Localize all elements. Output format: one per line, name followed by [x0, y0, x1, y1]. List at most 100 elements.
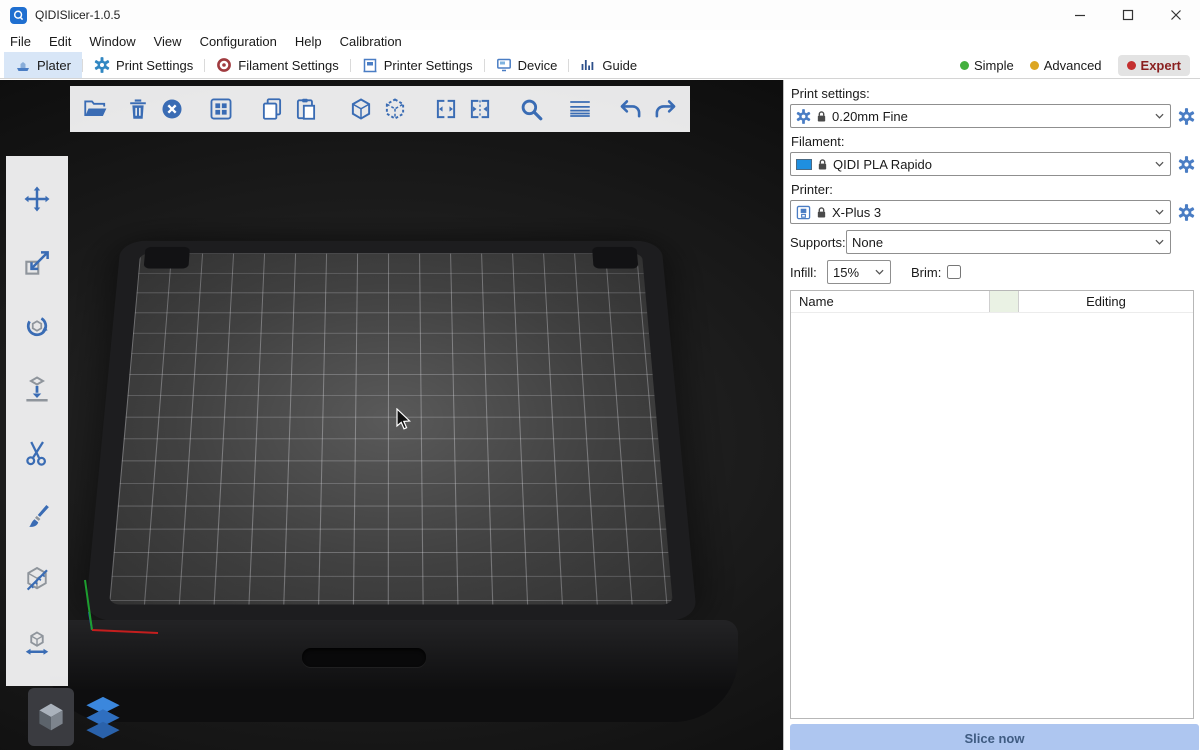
rotate-tool-button[interactable] — [17, 306, 57, 346]
add-instance-button[interactable] — [345, 93, 377, 125]
tab-label: Guide — [602, 58, 637, 73]
menu-configuration[interactable]: Configuration — [200, 34, 277, 49]
maximize-button[interactable] — [1104, 0, 1152, 30]
supports-combo[interactable]: None — [846, 230, 1171, 254]
menu-window[interactable]: Window — [89, 34, 135, 49]
printer-combo[interactable]: X-Plus 3 — [790, 200, 1171, 224]
paint-icon — [22, 501, 52, 531]
lock-icon — [817, 158, 828, 171]
expert-mode-dot — [1127, 61, 1136, 70]
chevron-down-icon — [1155, 209, 1164, 215]
filament-gear-button[interactable] — [1176, 154, 1196, 174]
mode-label: Simple — [974, 58, 1014, 73]
delete-all-icon — [159, 96, 185, 122]
remove-instance-button[interactable] — [379, 93, 411, 125]
move-tool-button[interactable] — [17, 179, 57, 219]
filament-value: QIDI PLA Rapido — [833, 157, 1150, 172]
close-button[interactable] — [1152, 0, 1200, 30]
menu-edit[interactable]: Edit — [49, 34, 71, 49]
rotate-icon — [22, 311, 52, 341]
bed-grid — [109, 253, 673, 604]
filament-color-swatch — [796, 159, 812, 170]
split-objects-icon — [433, 96, 459, 122]
redo-icon — [652, 96, 678, 122]
filament-settings-icon — [216, 57, 232, 73]
variable-layer-height-button[interactable] — [564, 93, 596, 125]
copy-icon — [259, 96, 285, 122]
menu-view[interactable]: View — [154, 34, 182, 49]
print-settings-gear-button[interactable] — [1176, 106, 1196, 126]
delete-button[interactable] — [122, 93, 154, 125]
preview-layers-icon — [82, 694, 124, 740]
minimize-button[interactable] — [1056, 0, 1104, 30]
tab-guide[interactable]: Guide — [569, 52, 648, 78]
paint-tool-button[interactable] — [17, 496, 57, 536]
gear-icon — [1178, 204, 1195, 221]
object-list[interactable]: Name Editing — [790, 290, 1194, 719]
tab-printer-settings[interactable]: Printer Settings — [351, 52, 484, 78]
infill-combo[interactable]: 15% — [827, 260, 891, 284]
copy-button[interactable] — [256, 93, 288, 125]
paste-button[interactable] — [290, 93, 322, 125]
tab-device[interactable]: Device — [485, 52, 569, 78]
brim-checkbox[interactable] — [947, 265, 961, 279]
split-objects-button[interactable] — [430, 93, 462, 125]
preview-view-button[interactable] — [80, 688, 126, 746]
filament-label: Filament: — [791, 134, 1196, 149]
printer-gear-button[interactable] — [1176, 202, 1196, 222]
tab-label: Filament Settings — [238, 58, 338, 73]
open-button[interactable] — [79, 93, 111, 125]
lock-icon — [816, 110, 827, 123]
measure-tool-button[interactable] — [17, 559, 57, 599]
redo-button[interactable] — [649, 93, 681, 125]
cut-tool-button[interactable] — [17, 433, 57, 473]
move-icon — [22, 184, 52, 214]
delete-all-button[interactable] — [156, 93, 188, 125]
distribute-icon — [22, 628, 52, 658]
brim-label: Brim: — [911, 265, 941, 280]
gear-icon — [1178, 156, 1195, 173]
advanced-mode-dot — [1030, 61, 1039, 70]
tab-filament-settings[interactable]: Filament Settings — [205, 52, 349, 78]
open-icon — [82, 96, 108, 122]
tab-print-settings[interactable]: Print Settings — [83, 52, 204, 78]
menu-help[interactable]: Help — [295, 34, 322, 49]
mode-advanced[interactable]: Advanced — [1030, 58, 1102, 73]
mode-expert[interactable]: Expert — [1118, 55, 1190, 76]
menu-file[interactable]: File — [10, 34, 31, 49]
toolbar-top — [70, 86, 690, 132]
add-instance-icon — [348, 96, 374, 122]
viewport-3d[interactable] — [0, 80, 783, 750]
mode-simple[interactable]: Simple — [960, 58, 1014, 73]
menu-calibration[interactable]: Calibration — [340, 34, 402, 49]
chevron-down-icon — [1155, 113, 1164, 119]
scale-tool-button[interactable] — [17, 243, 57, 283]
arrange-icon — [208, 96, 234, 122]
3d-editor-view-button[interactable] — [28, 688, 74, 746]
print-settings-icon — [94, 57, 110, 73]
distribute-tool-button[interactable] — [17, 623, 57, 663]
window-controls — [1056, 0, 1200, 30]
split-parts-button[interactable] — [464, 93, 496, 125]
arrange-button[interactable] — [205, 93, 237, 125]
simple-mode-dot — [960, 61, 969, 70]
slice-now-button[interactable]: Slice now — [790, 724, 1199, 750]
supports-label: Supports: — [790, 235, 846, 250]
mode-switcher: Simple Advanced Expert — [960, 52, 1200, 78]
place-on-face-tool-button[interactable] — [17, 369, 57, 409]
column-extruder — [990, 291, 1019, 312]
print-bed — [85, 241, 698, 621]
filament-combo[interactable]: QIDI PLA Rapido — [790, 152, 1171, 176]
print-settings-combo[interactable]: 0.20mm Fine — [790, 104, 1171, 128]
tab-plater[interactable]: Plater — [4, 52, 82, 78]
search-button[interactable] — [515, 93, 547, 125]
3d-editor-icon — [34, 700, 68, 734]
chevron-down-icon — [1155, 239, 1164, 245]
tab-label: Printer Settings — [384, 58, 473, 73]
supports-value: None — [852, 235, 1150, 250]
paste-icon — [293, 96, 319, 122]
window-title: QIDISlicer-1.0.5 — [35, 8, 120, 22]
print-settings-label: Print settings: — [791, 86, 1196, 101]
printer-icon — [796, 205, 811, 220]
undo-button[interactable] — [615, 93, 647, 125]
